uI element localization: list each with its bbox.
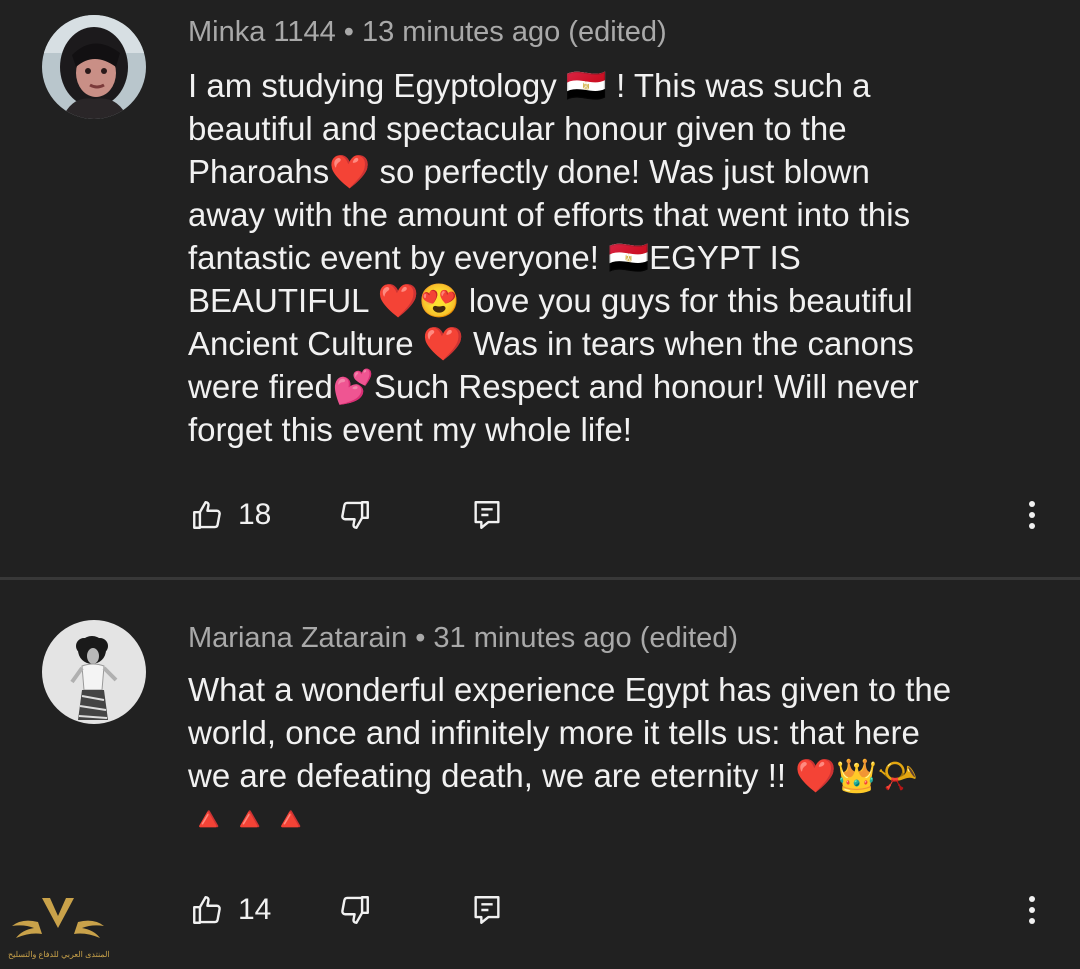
comment-1: Minka 1144 • 13 minutes ago (edited) I am … bbox=[0, 0, 1080, 578]
thumb-up-icon bbox=[193, 501, 221, 529]
comment-line: beautiful and spectacular honour given t… bbox=[188, 110, 847, 147]
comment-line: fantastic event by everyone! 🇪🇬EGYPT IS bbox=[188, 239, 801, 276]
avatar[interactable] bbox=[42, 15, 146, 119]
dislike-button[interactable] bbox=[338, 495, 372, 535]
comment-text: I am studying Egyptology 🇪🇬 ! This was s… bbox=[188, 64, 1038, 451]
comment-line: I am studying Egyptology 🇪🇬 ! This was s… bbox=[188, 67, 871, 104]
separator-dot: • bbox=[415, 622, 426, 654]
comment-line: 🔺🔺🔺 bbox=[188, 800, 312, 837]
dislike-button[interactable] bbox=[338, 890, 372, 930]
comment-line: we are defeating death, we are eternity … bbox=[188, 757, 919, 794]
watermark-logo: المنتدى العربي للدفاع والتسليح bbox=[8, 888, 110, 968]
comment-actions: 14 bbox=[190, 890, 1050, 930]
more-options-button[interactable] bbox=[1022, 890, 1042, 930]
comment-actions: 18 bbox=[190, 495, 1050, 535]
shield-wings-icon bbox=[12, 898, 104, 938]
author-name[interactable]: Mariana Zatarain bbox=[188, 622, 407, 654]
like-button[interactable]: 18 bbox=[190, 495, 271, 535]
reply-comment-icon bbox=[474, 501, 500, 529]
comment-line: were fired💕Such Respect and honour! Will… bbox=[188, 368, 919, 405]
like-count: 18 bbox=[238, 498, 272, 531]
watermark-text: المنتدى العربي للدفاع والتسليح bbox=[8, 950, 110, 959]
comment-line: BEAUTIFUL ❤️😍 love you guys for this bea… bbox=[188, 282, 913, 319]
thumb-down-icon bbox=[341, 501, 369, 529]
more-vert-icon bbox=[1029, 501, 1035, 529]
more-options-button[interactable] bbox=[1022, 495, 1042, 535]
comment-time[interactable]: 13 minutes ago (edited) bbox=[362, 16, 667, 48]
author-name[interactable]: Minka 1144 bbox=[188, 16, 336, 48]
like-button[interactable]: 14 bbox=[190, 890, 271, 930]
comment-text: What a wonderful experience Egypt has gi… bbox=[188, 668, 1038, 840]
like-count: 14 bbox=[238, 893, 272, 926]
comment-line: Ancient Culture ❤️ Was in tears when the… bbox=[188, 325, 914, 362]
comment-line: Pharoahs❤️ so perfectly done! Was just b… bbox=[188, 153, 870, 190]
comment-line: away with the amount of efforts that wen… bbox=[188, 196, 911, 233]
comment-time[interactable]: 31 minutes ago (edited) bbox=[433, 622, 738, 654]
reply-comment-icon bbox=[474, 896, 500, 924]
comment-2: Mariana Zatarain • 31 minutes ago (edited)… bbox=[0, 580, 1080, 969]
separator-dot: • bbox=[343, 16, 354, 48]
reply-button[interactable] bbox=[470, 495, 504, 535]
comment-line: world, once and infinitely more it tells… bbox=[188, 714, 920, 751]
comment-meta: Minka 1144 • 13 minutes ago (edited) bbox=[188, 16, 667, 49]
avatar[interactable] bbox=[42, 620, 146, 724]
thumb-up-icon bbox=[193, 896, 221, 924]
thumb-down-icon bbox=[341, 896, 369, 924]
comment-line: forget this event my whole life! bbox=[188, 411, 632, 448]
more-vert-icon bbox=[1029, 896, 1035, 924]
comment-line: What a wonderful experience Egypt has gi… bbox=[188, 671, 952, 708]
reply-button[interactable] bbox=[470, 890, 504, 930]
comment-meta: Mariana Zatarain • 31 minutes ago (edited) bbox=[188, 622, 738, 655]
